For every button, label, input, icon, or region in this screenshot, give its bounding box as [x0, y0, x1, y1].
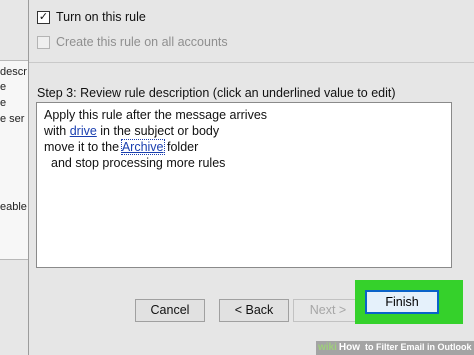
- watermark-title: to Filter Email in Outlook: [365, 342, 472, 352]
- finish-highlight: Finish: [355, 280, 463, 324]
- wikihow-logo-how: How: [338, 342, 361, 353]
- step3-title: Step 3: Review rule description (click a…: [37, 86, 396, 100]
- background-text-line: e: [0, 97, 7, 109]
- all-accounts-label: Create this rule on all accounts: [56, 35, 228, 49]
- rule-text: in the subject or body: [96, 124, 220, 138]
- background-window: descr e e e ser eable: [0, 0, 30, 355]
- all-accounts-option: Create this rule on all accounts: [37, 35, 228, 49]
- background-text-line: e ser: [0, 113, 25, 125]
- rule-description-line: and stop processing more rules: [44, 155, 451, 171]
- finish-button[interactable]: Finish: [365, 290, 439, 314]
- rule-description-line: with drive in the subject or body: [44, 123, 451, 139]
- all-accounts-checkbox: [37, 35, 50, 49]
- keyword-link[interactable]: drive: [70, 124, 97, 138]
- cancel-button[interactable]: Cancel: [135, 299, 205, 322]
- background-text-line: descr: [0, 66, 27, 78]
- rule-condition-text: Apply this rule after the message arrive…: [44, 108, 268, 122]
- rule-description-line: Apply this rule after the message arrive…: [44, 107, 451, 123]
- rule-text: move it to the: [44, 140, 122, 154]
- turn-on-rule-checkbox[interactable]: ✓: [37, 10, 50, 24]
- wikihow-watermark: wiki How to Filter Email in Outlook: [318, 342, 472, 353]
- rule-text: with: [44, 124, 70, 138]
- rule-text: folder: [163, 140, 199, 154]
- rule-action-text: and stop processing more rules: [51, 156, 226, 170]
- wikihow-logo-wiki: wiki: [318, 342, 337, 353]
- turn-on-rule-option[interactable]: ✓ Turn on this rule: [37, 10, 146, 24]
- background-text-line: eable: [0, 201, 27, 213]
- rules-wizard-dialog: ✓ Turn on this rule Create this rule on …: [28, 0, 474, 355]
- rule-description-line: move it to the Archive folder: [44, 139, 451, 155]
- section-divider: [29, 62, 474, 63]
- folder-link[interactable]: Archive: [120, 139, 165, 155]
- rule-description-box: Apply this rule after the message arrive…: [36, 102, 452, 268]
- turn-on-rule-label: Turn on this rule: [56, 10, 146, 24]
- back-button[interactable]: < Back: [219, 299, 289, 322]
- next-button: Next >: [293, 299, 363, 322]
- background-text-line: e: [0, 81, 7, 93]
